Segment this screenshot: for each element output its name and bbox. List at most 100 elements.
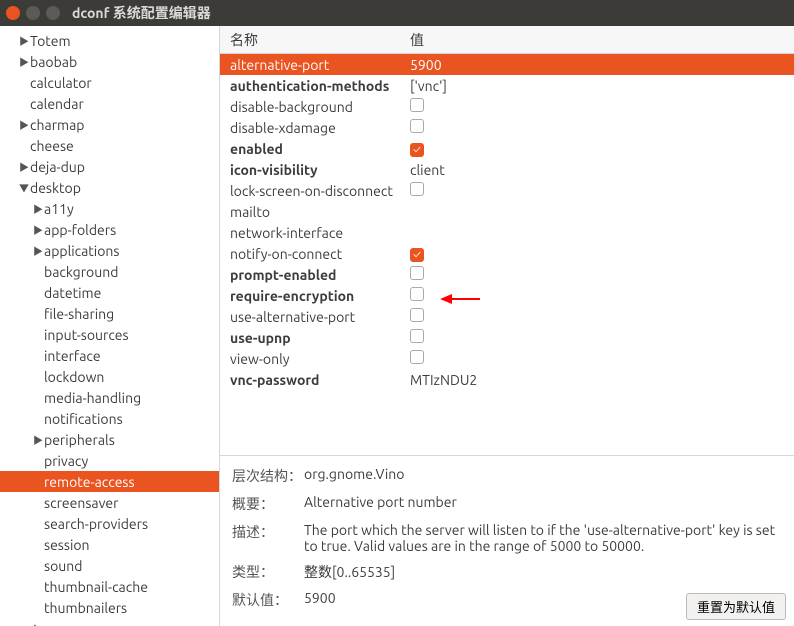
tree-item-wm[interactable]: ▶wm — [0, 618, 219, 626]
tree-item-cheese[interactable]: cheese — [0, 135, 219, 156]
chevron-down-icon[interactable]: ▼ — [18, 180, 30, 195]
checkbox[interactable] — [410, 98, 424, 112]
setting-value[interactable] — [400, 266, 794, 283]
setting-row-use-upnp[interactable]: use-upnp — [220, 327, 794, 348]
setting-value[interactable]: MTIzNDU2 — [400, 372, 794, 388]
setting-value[interactable] — [400, 329, 794, 346]
minimize-icon[interactable] — [26, 6, 40, 20]
close-icon[interactable] — [6, 6, 20, 20]
tree-item-a11y[interactable]: ▶a11y — [0, 198, 219, 219]
setting-value[interactable] — [400, 119, 794, 136]
setting-name: disable-background — [220, 99, 400, 115]
tree-label: deja-dup — [30, 159, 85, 175]
tree-item-background[interactable]: background — [0, 261, 219, 282]
tree-label: lockdown — [44, 369, 104, 385]
tree-label: search-providers — [44, 516, 148, 532]
tree-item-screensaver[interactable]: screensaver — [0, 492, 219, 513]
setting-name: view-only — [220, 351, 400, 367]
checkbox[interactable] — [410, 329, 424, 343]
tree-item-search-providers[interactable]: search-providers — [0, 513, 219, 534]
setting-value[interactable] — [400, 140, 794, 158]
setting-row-require-encryption[interactable]: require-encryption — [220, 285, 794, 306]
value-text: MTIzNDU2 — [410, 372, 477, 388]
tree-item-privacy[interactable]: privacy — [0, 450, 219, 471]
tree-item-interface[interactable]: interface — [0, 345, 219, 366]
chevron-right-icon[interactable]: ▶ — [32, 432, 44, 447]
setting-row-view-only[interactable]: view-only — [220, 348, 794, 369]
checkbox[interactable] — [410, 266, 424, 280]
setting-value[interactable]: client — [400, 162, 794, 178]
tree-item-session[interactable]: session — [0, 534, 219, 555]
setting-name: enabled — [220, 141, 400, 157]
setting-row-mailto[interactable]: mailto — [220, 201, 794, 222]
checkbox[interactable] — [410, 182, 424, 196]
setting-value[interactable]: 5900 — [400, 57, 794, 73]
tree-item-calculator[interactable]: calculator — [0, 72, 219, 93]
setting-value[interactable]: ['vnc'] — [400, 78, 794, 94]
setting-row-notify-on-connect[interactable]: notify-on-connect — [220, 243, 794, 264]
reset-button[interactable]: 重置为默认值 — [686, 593, 786, 620]
tree-item-sound[interactable]: sound — [0, 555, 219, 576]
tree-item-notifications[interactable]: notifications — [0, 408, 219, 429]
tree-item-desktop[interactable]: ▼desktop — [0, 177, 219, 198]
chevron-right-icon[interactable]: ▶ — [18, 117, 30, 132]
tree-item-remote-access[interactable]: remote-access — [0, 471, 219, 492]
setting-row-lock-screen-on-disconnect[interactable]: lock-screen-on-disconnect — [220, 180, 794, 201]
chevron-right-icon[interactable]: ▶ — [32, 621, 44, 626]
chevron-right-icon[interactable]: ▶ — [32, 201, 44, 216]
checkbox[interactable] — [410, 248, 424, 262]
tree-item-app-folders[interactable]: ▶app-folders — [0, 219, 219, 240]
maximize-icon[interactable] — [46, 6, 60, 20]
setting-row-alternative-port[interactable]: alternative-port5900 — [220, 54, 794, 75]
tree-item-deja-dup[interactable]: ▶deja-dup — [0, 156, 219, 177]
tree-item-charmap[interactable]: ▶charmap — [0, 114, 219, 135]
tree-label: background — [44, 264, 118, 280]
setting-value[interactable] — [400, 245, 794, 263]
checkbox[interactable] — [410, 143, 424, 157]
chevron-right-icon[interactable]: ▶ — [18, 33, 30, 48]
tree-item-baobab[interactable]: ▶baobab — [0, 51, 219, 72]
chevron-right-icon[interactable]: ▶ — [32, 243, 44, 258]
tree-item-applications[interactable]: ▶applications — [0, 240, 219, 261]
tree-item-calendar[interactable]: calendar — [0, 93, 219, 114]
checkbox[interactable] — [410, 287, 424, 301]
tree-item-input-sources[interactable]: input-sources — [0, 324, 219, 345]
setting-value[interactable] — [400, 287, 794, 304]
header-value[interactable]: 值 — [400, 30, 794, 50]
chevron-right-icon[interactable]: ▶ — [18, 159, 30, 174]
checkbox[interactable] — [410, 350, 424, 364]
header-name[interactable]: 名称 — [220, 30, 400, 50]
tree-item-Totem[interactable]: ▶Totem — [0, 30, 219, 51]
tree-item-file-sharing[interactable]: file-sharing — [0, 303, 219, 324]
setting-row-enabled[interactable]: enabled — [220, 138, 794, 159]
tree-label: wm — [44, 621, 67, 626]
tree-label: thumbnail-cache — [44, 579, 148, 595]
setting-row-authentication-methods[interactable]: authentication-methods['vnc'] — [220, 75, 794, 96]
setting-value[interactable] — [400, 182, 794, 199]
schema-label: 层次结构： — [232, 466, 304, 486]
settings-list[interactable]: alternative-port5900authentication-metho… — [220, 54, 794, 455]
setting-value[interactable] — [400, 308, 794, 325]
setting-row-icon-visibility[interactable]: icon-visibilityclient — [220, 159, 794, 180]
tree-item-thumbnail-cache[interactable]: thumbnail-cache — [0, 576, 219, 597]
setting-value[interactable] — [400, 350, 794, 367]
sidebar-tree[interactable]: ▶Totem▶baobabcalculatorcalendar▶charmapc… — [0, 26, 220, 626]
setting-value[interactable] — [400, 98, 794, 115]
setting-row-disable-xdamage[interactable]: disable-xdamage — [220, 117, 794, 138]
setting-row-prompt-enabled[interactable]: prompt-enabled — [220, 264, 794, 285]
chevron-right-icon[interactable]: ▶ — [18, 54, 30, 69]
setting-row-use-alternative-port[interactable]: use-alternative-port — [220, 306, 794, 327]
tree-item-peripherals[interactable]: ▶peripherals — [0, 429, 219, 450]
chevron-right-icon[interactable]: ▶ — [32, 222, 44, 237]
tree-item-media-handling[interactable]: media-handling — [0, 387, 219, 408]
tree-label: notifications — [44, 411, 123, 427]
tree-item-datetime[interactable]: datetime — [0, 282, 219, 303]
setting-row-network-interface[interactable]: network-interface — [220, 222, 794, 243]
checkbox[interactable] — [410, 308, 424, 322]
checkbox[interactable] — [410, 119, 424, 133]
tree-item-lockdown[interactable]: lockdown — [0, 366, 219, 387]
setting-row-vnc-password[interactable]: vnc-passwordMTIzNDU2 — [220, 369, 794, 390]
setting-row-disable-background[interactable]: disable-background — [220, 96, 794, 117]
tree-label: baobab — [30, 54, 77, 70]
tree-item-thumbnailers[interactable]: thumbnailers — [0, 597, 219, 618]
